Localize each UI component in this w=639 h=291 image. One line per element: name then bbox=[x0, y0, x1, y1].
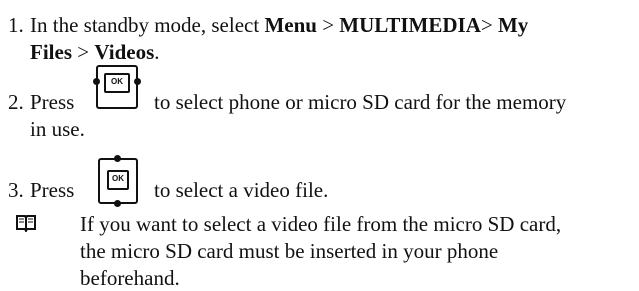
text-segment: > bbox=[480, 13, 498, 37]
text-segment: . bbox=[154, 40, 160, 64]
step-2-text: to select phone or micro SD card for the… bbox=[154, 90, 567, 114]
step-3-text: to select a video file. bbox=[154, 178, 329, 202]
text-segment: > bbox=[316, 13, 340, 37]
ok-left-right-key-icon: OK bbox=[93, 65, 141, 109]
videos-keyword: Videos bbox=[94, 40, 155, 64]
note-line-2: the micro SD card must be inserted in yo… bbox=[80, 239, 499, 263]
press-label: Press bbox=[30, 178, 75, 202]
step-number: 2. bbox=[8, 90, 24, 114]
step-1-line-1: In the standby mode, select Menu > MULTI… bbox=[30, 12, 528, 38]
text-segment: > bbox=[72, 40, 95, 64]
note-line-3: beforehand. bbox=[80, 266, 180, 290]
book-note-icon bbox=[16, 215, 36, 232]
note-line-1: If you want to select a video file from … bbox=[80, 212, 562, 236]
step-number: 3. bbox=[8, 178, 24, 202]
text-segment: In the standby mode, select bbox=[30, 13, 265, 37]
step-number: 1. bbox=[8, 13, 24, 37]
multimedia-keyword: MULTIMEDIA bbox=[339, 13, 481, 37]
press-label: Press bbox=[30, 90, 75, 114]
step-2-text-line-2: in use. bbox=[30, 117, 85, 141]
ok-label: OK bbox=[112, 174, 124, 183]
ok-up-down-key-icon: OK bbox=[98, 155, 138, 207]
step-1-line-2: Files > Videos. bbox=[30, 39, 160, 65]
my-keyword: My bbox=[497, 13, 529, 37]
files-keyword: Files bbox=[30, 40, 72, 64]
ok-label: OK bbox=[111, 77, 123, 86]
menu-keyword: Menu bbox=[264, 13, 317, 37]
